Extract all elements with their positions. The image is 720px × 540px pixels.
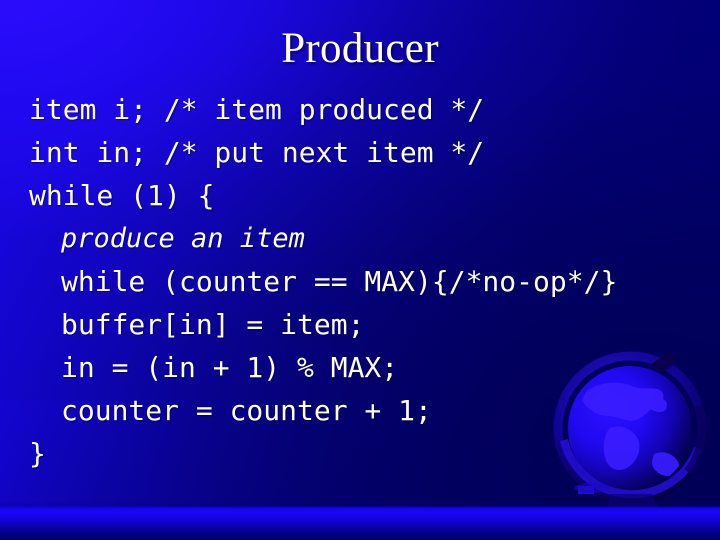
bottom-accent-band	[0, 500, 720, 540]
code-line: produce an item	[61, 223, 305, 254]
page-title: Producer	[281, 25, 439, 72]
code-line: }	[29, 437, 46, 470]
code-line: while (counter == MAX){/*no-op*/}	[61, 265, 618, 298]
code-line: buffer[in] = item;	[61, 308, 365, 341]
code-line: in = (in + 1) % MAX;	[61, 351, 399, 384]
code-line: counter = counter + 1;	[61, 394, 432, 427]
code-line: int in; /* put next item */	[29, 136, 485, 169]
code-line: while (1) {	[29, 179, 215, 212]
code-block: item i; /* item produced */ int in; /* p…	[0, 88, 720, 475]
code-line: item i; /* item produced */	[29, 93, 485, 126]
slide-canvas: Producer item i; /* item produced */ int…	[0, 0, 720, 540]
